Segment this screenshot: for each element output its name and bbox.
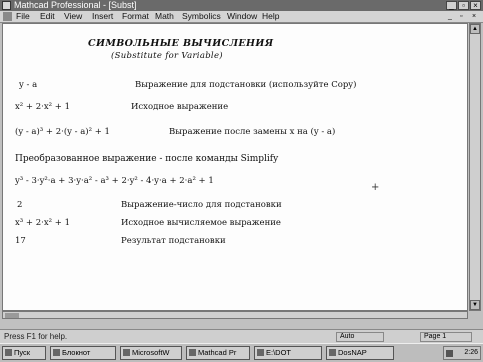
scroll-up-icon[interactable]: ▲ [470,24,480,34]
text-region[interactable]: Исходное вычисляемое выражение [121,218,281,228]
doc-close-button[interactable]: × [472,12,476,21]
menu-view[interactable]: View [64,11,82,22]
menu-window[interactable]: Window [227,11,257,22]
close-button[interactable]: × [470,1,481,10]
math-region[interactable]: 2 [17,200,22,210]
scroll-thumb[interactable] [5,313,19,318]
start-label: Пуск [14,348,31,357]
menu-format[interactable]: Format [122,11,149,22]
text-region[interactable]: Преобразованное выражение - после команд… [15,154,278,164]
title-bar: Mathcad Professional - [Subst] _ ▫ × [0,0,483,11]
taskbar: Пуск Блокнот MicrosoftW Mathcad Pr E:\DO… [0,343,483,362]
word-icon [123,349,130,356]
mathcad-icon [189,349,196,356]
taskbar-item-label: E:\DOT [266,348,292,357]
menu-symbolics[interactable]: Symbolics [182,11,221,22]
menu-bar: File Edit View Insert Format Math Symbol… [0,11,483,23]
text-region[interactable]: Выражение после замены x на (y - a) [169,127,335,137]
menu-file[interactable]: File [16,11,30,22]
taskbar-item-folder[interactable]: E:\DOT [254,346,322,360]
status-help-text: Press F1 for help. [4,332,68,341]
menu-edit[interactable]: Edit [40,11,55,22]
start-button[interactable]: Пуск [2,346,46,360]
app-icon[interactable] [2,1,11,10]
worksheet[interactable]: СИМВОЛЬНЫЕ ВЫЧИСЛЕНИЯ (Substitute for Va… [2,23,468,311]
dosnap-icon [329,349,336,356]
taskbar-item-word[interactable]: MicrosoftW [120,346,182,360]
clock[interactable]: 2:26 [464,349,478,356]
math-region[interactable]: y³ - 3·y²·a + 3·y·a² - a³ + 2·y² - 4·y·a… [15,176,214,186]
math-region[interactable]: x² + 2·x² + 1 [15,102,70,112]
folder-icon [257,349,264,356]
taskbar-item-dosnap[interactable]: DosNAP [326,346,394,360]
taskbar-item-label: Mathcad Pr [198,348,237,357]
speaker-icon[interactable] [446,350,453,357]
document-icon[interactable] [3,12,12,21]
system-tray: 2:26 [443,346,481,360]
text-region[interactable]: Выражение-число для подстановки [121,200,282,210]
crosshair-cursor-icon: + [371,182,380,193]
page-indicator: Page 1 [420,332,472,342]
menu-math[interactable]: Math [155,11,174,22]
vertical-scrollbar[interactable]: ▲ ▼ [469,23,481,311]
window-title: Mathcad Professional - [Subst] [14,0,137,10]
menu-insert[interactable]: Insert [92,11,113,22]
text-region[interactable]: Исходное выражение [131,102,228,112]
taskbar-item-label: DosNAP [338,348,367,357]
doc-restore-button[interactable]: ▫ [460,12,462,21]
notepad-icon [53,349,60,356]
math-region[interactable]: x³ + 2·x² + 1 [15,218,70,228]
math-region[interactable]: (y - a)³ + 2·(y - a)² + 1 [15,127,110,137]
calc-mode-indicator: Auto [336,332,384,342]
page-subtitle: (Substitute for Variable) [111,51,223,61]
page-title: СИМВОЛЬНЫЕ ВЫЧИСЛЕНИЯ [88,38,274,49]
taskbar-item-label: Блокнот [62,348,91,357]
text-region[interactable]: Выражение для подстановки (используйте C… [135,80,356,90]
taskbar-item-label: MicrosoftW [132,348,170,357]
taskbar-item-notepad[interactable]: Блокнот [50,346,116,360]
text-region[interactable]: Результат подстановки [121,236,226,246]
scroll-down-icon[interactable]: ▼ [470,300,480,310]
status-bar: Press F1 for help. Auto Page 1 [0,329,483,344]
minimize-button[interactable]: _ [446,1,457,10]
menu-help[interactable]: Help [262,11,279,22]
restore-button[interactable]: ▫ [458,1,469,10]
doc-minimize-button[interactable]: _ [448,12,452,21]
math-region[interactable]: y - a [19,80,37,90]
taskbar-item-mathcad[interactable]: Mathcad Pr [186,346,250,360]
math-region[interactable]: 17 [15,236,26,246]
windows-logo-icon [5,349,12,356]
horizontal-scrollbar[interactable] [2,311,468,319]
